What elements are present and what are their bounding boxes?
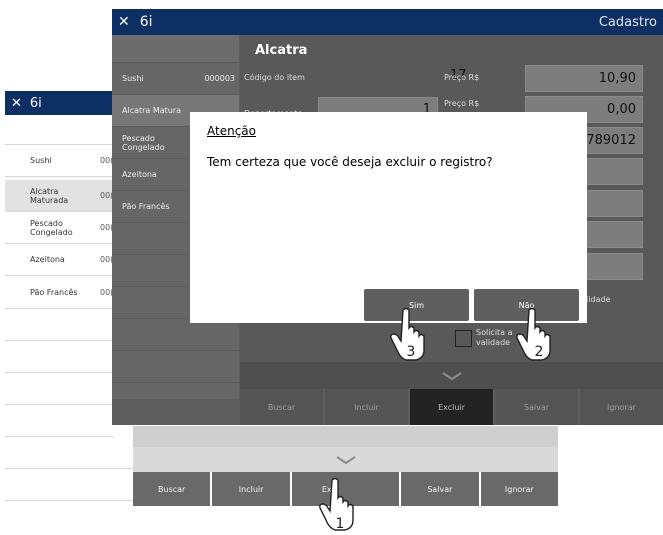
list-item-empty [112, 319, 239, 351]
list-item[interactable]: Pão Francês 00( [5, 277, 114, 309]
app-name: 6i [139, 14, 153, 30]
list-header [5, 115, 114, 145]
dialog-message: Tem certeza que você deseja excluir o re… [207, 155, 493, 169]
list-item-label: Alcatra Maturada [30, 186, 69, 205]
ignorar-button[interactable]: Ignorar [480, 472, 559, 506]
list-item-label: Pescado Congelado [122, 133, 165, 152]
dialog-title: Atenção [207, 124, 256, 138]
list-item-label: Azeitona [122, 170, 157, 179]
solicita-validade-checkbox[interactable] [455, 330, 472, 347]
window-title: Cadastro [598, 14, 657, 30]
validade-label: lidade [586, 295, 611, 304]
preco-field[interactable]: 10,90 [525, 65, 643, 92]
incluir-button[interactable]: Incluir [325, 389, 408, 425]
list-item-empty [5, 309, 114, 341]
list-item-label: Sushi [122, 74, 144, 83]
list-item-empty [5, 437, 133, 469]
step-number: 1 [336, 516, 345, 532]
background-content-strip [133, 426, 558, 447]
list-item-label: Alcatra Matura [122, 106, 182, 115]
excluir-button[interactable]: Excluir [410, 389, 493, 425]
list-item-label: Azeitona [30, 255, 65, 264]
list-item-label: Pão Francês [30, 288, 78, 297]
list-item[interactable]: Sushi 000003 [112, 63, 239, 95]
step-number: 3 [407, 344, 416, 360]
list-item[interactable]: Alcatra Maturada 00( [5, 180, 114, 212]
chevron-down-icon [441, 371, 462, 380]
ignorar-button[interactable]: Ignorar [580, 389, 663, 425]
list-item[interactable]: Pescado Congelado 00( [5, 212, 114, 244]
hand-pointer-icon: 3 [390, 307, 425, 361]
list-header [112, 35, 239, 63]
expand-toggle[interactable] [240, 362, 663, 389]
list-item-label: Pescado Congelado [30, 218, 73, 237]
foreground-button-bar: Buscar Incluir Excluir Salvar Ignorar [240, 389, 663, 425]
expand-toggle[interactable] [133, 447, 558, 472]
app-name: 6i [29, 95, 42, 111]
list-item[interactable]: Sushi 00( [5, 145, 114, 177]
codigo-label: Código do item [244, 73, 305, 82]
buscar-button[interactable]: Buscar [133, 472, 211, 506]
buscar-button[interactable]: Buscar [240, 389, 323, 425]
hand-pointer-icon: 1 [319, 477, 354, 532]
hand-pointer-icon: 2 [516, 307, 551, 361]
list-item-empty [5, 341, 114, 373]
list-item[interactable]: Azeitona 00( [5, 244, 114, 276]
close-icon[interactable]: ✕ [11, 96, 22, 111]
close-icon[interactable]: ✕ [118, 14, 130, 30]
step-number: 2 [535, 344, 544, 360]
salvar-button[interactable]: Salvar [495, 389, 578, 425]
list-item-label: Sushi [30, 156, 52, 165]
incluir-button[interactable]: Incluir [212, 472, 290, 506]
foreground-title-bar: ✕ 6i Cadastro [112, 9, 663, 35]
preco2-label: Preço R$ [444, 99, 480, 108]
chevron-down-icon [335, 455, 356, 464]
list-item-empty [5, 373, 114, 405]
preco-label: Preço R$ [444, 73, 480, 82]
item-heading: Alcatra [255, 43, 308, 58]
list-item-code: 000003 [204, 74, 235, 83]
list-item-empty [112, 351, 239, 383]
background-title-bar: ✕ 6i [5, 91, 114, 115]
list-item-label: Pão Francês [122, 202, 170, 211]
list-item-empty [5, 405, 114, 437]
list-item-empty [5, 469, 133, 501]
salvar-button[interactable]: Salvar [401, 472, 479, 506]
